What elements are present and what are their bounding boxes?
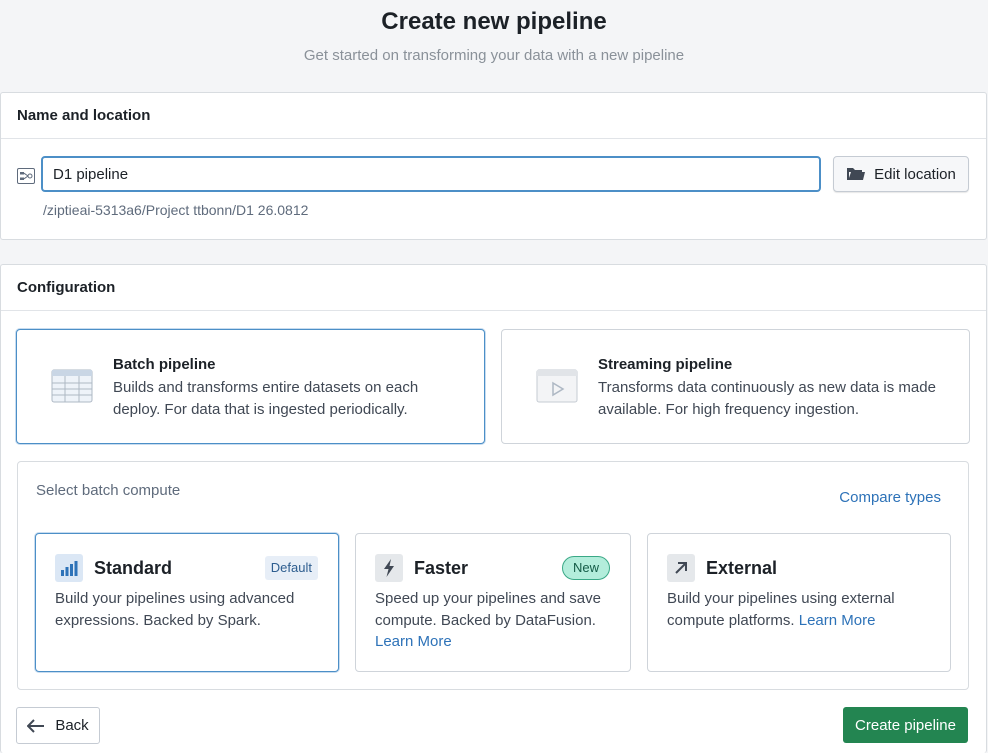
standard-description: Build your pipelines using advanced expr…: [55, 590, 295, 629]
batch-pipeline-option[interactable]: Batch pipeline Builds and transforms ent…: [16, 329, 485, 444]
external-learn-more-link[interactable]: Learn More: [799, 612, 876, 629]
page-title: Create new pipeline: [381, 8, 607, 35]
streaming-pipeline-title: Streaming pipeline: [598, 356, 733, 373]
compute-option-external[interactable]: External Build your pipelines using exte…: [647, 533, 951, 672]
faster-description: Speed up your pipelines and save compute…: [375, 590, 601, 629]
video-play-icon: [536, 369, 578, 403]
configuration-card: Configuration Batch pipeline Builds and …: [0, 264, 987, 753]
faster-learn-more-link[interactable]: Learn More: [375, 633, 452, 650]
edit-location-label: Edit location: [874, 165, 956, 183]
batch-compute-section: Select batch compute Compare types Stand…: [17, 461, 969, 690]
page-header: Create new pipeline Get started on trans…: [0, 0, 988, 92]
external-title: External: [706, 558, 778, 578]
arrow-up-right-icon: [667, 554, 695, 582]
pipeline-icon: [17, 168, 35, 184]
pipeline-name-input[interactable]: [41, 156, 821, 192]
standard-title: Standard: [94, 558, 173, 578]
folder-icon: [847, 168, 866, 180]
location-path: /ziptieai-5313a6/Project ttbonn/D1 26.08…: [43, 202, 309, 218]
faster-title: Faster: [414, 558, 469, 578]
batch-pipeline-title: Batch pipeline: [113, 356, 216, 373]
compute-option-faster[interactable]: Faster New Speed up your pipelines and s…: [355, 533, 631, 672]
edit-location-button[interactable]: Edit location: [833, 156, 969, 192]
name-location-title: Name and location: [1, 93, 986, 139]
configuration-title: Configuration: [1, 265, 986, 311]
arrow-left-icon: [27, 718, 45, 733]
bar-chart-icon: [55, 554, 83, 582]
lightning-icon: [375, 554, 403, 582]
page-subtitle: Get started on transforming your data wi…: [303, 47, 685, 64]
new-badge: New: [561, 556, 610, 580]
default-badge: Default: [264, 556, 318, 580]
back-label: Back: [55, 717, 89, 734]
batch-pipeline-description: Builds and transforms entire datasets on…: [113, 379, 419, 418]
external-description-block: Build your pipelines using external comp…: [667, 588, 936, 631]
compare-types-link[interactable]: Compare types: [839, 489, 941, 506]
table-icon: [51, 369, 93, 403]
name-location-card: Name and location Edit location /ziptiea…: [0, 92, 987, 240]
compute-option-standard[interactable]: Standard Default Build your pipelines us…: [35, 533, 339, 672]
back-button[interactable]: Back: [16, 707, 100, 744]
batch-compute-label: Select batch compute: [36, 482, 181, 499]
streaming-pipeline-description: Transforms data continuously as new data…: [598, 379, 936, 418]
create-pipeline-button[interactable]: Create pipeline: [843, 707, 968, 743]
streaming-pipeline-option[interactable]: Streaming pipeline Transforms data conti…: [501, 329, 970, 444]
faster-description-block: Speed up your pipelines and save compute…: [375, 588, 616, 653]
